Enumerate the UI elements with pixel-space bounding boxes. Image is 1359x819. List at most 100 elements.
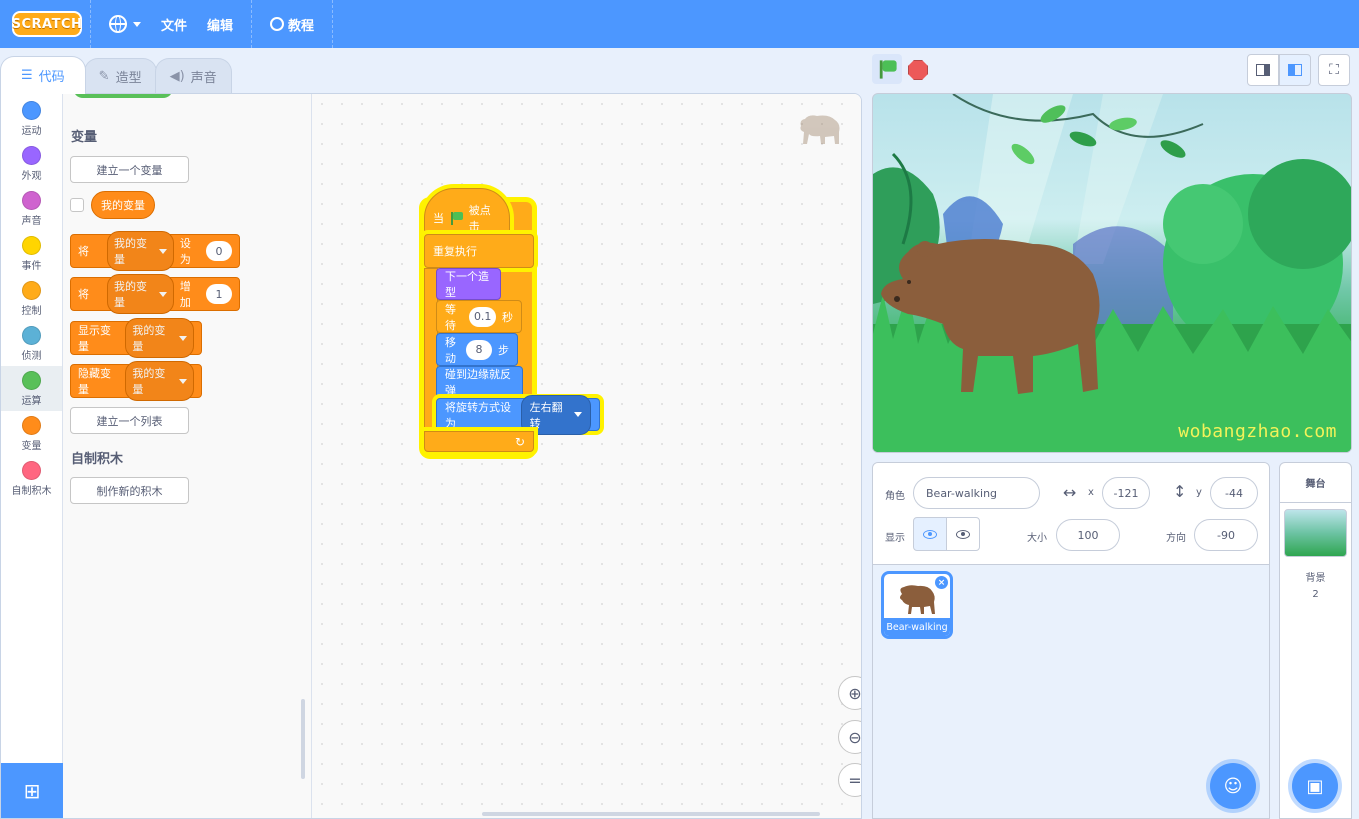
loop-arrow-icon: ↻ [514,434,525,449]
scratch-logo[interactable]: SCRATCH [12,11,82,37]
rotation-prefix: 将旋转方式设为 [445,400,511,430]
category-my-blocks[interactable]: 自制积木 [1,456,62,501]
language-menu[interactable] [99,0,151,48]
backdrop-thumbnail [1284,509,1347,557]
stop-button[interactable] [908,60,928,80]
category-motion[interactable]: 运动 [1,96,62,141]
size-input[interactable]: 100 [1056,519,1120,551]
file-menu[interactable]: 文件 [151,0,197,48]
move-steps-block[interactable]: 移动 8 步 [436,333,518,366]
category-operators[interactable]: 运算 [1,366,62,411]
add-backdrop-button[interactable]: ▣ [1292,763,1338,809]
make-list-button[interactable]: 建立一个列表 [70,407,189,434]
zoom-reset-icon: = [848,770,862,790]
category-looks[interactable]: 外观 [1,141,62,186]
tutorials-label: 教程 [288,18,315,34]
sound-dot-icon [22,190,41,210]
script-workspace[interactable]: ⊕ ⊖ = [312,94,862,818]
brush-icon: ✎ [98,69,110,84]
fullscreen-button[interactable]: ⛶ [1318,54,1350,86]
next-costume-label: 下一个造型 [445,270,489,299]
wait-prefix: 等待 [445,302,456,332]
forever-block[interactable]: 重复执行 [424,234,534,268]
make-variable-button[interactable]: 建立一个变量 [70,156,189,183]
sprite-name-input[interactable]: Bear-walking [913,477,1040,509]
change-variable-block[interactable]: 将 我的变量 增加 1 [70,274,240,314]
category-events[interactable]: 事件 [1,231,62,276]
palette-scrollbar[interactable] [301,699,305,779]
rotation-style-dropdown[interactable]: 左右翻转 [520,394,591,435]
variable-dropdown-label: 我的变量 [114,237,147,266]
variable-checkbox[interactable] [70,198,84,212]
show-sprite-button[interactable] [913,517,947,551]
hat-suffix: 被点击 [468,204,491,233]
wait-block[interactable]: 等待 0.1 秒 [436,300,522,333]
move-steps-input[interactable]: 8 [466,339,492,360]
direction-input[interactable]: -90 [1194,519,1258,551]
zoom-out-button[interactable]: ⊖ [838,720,861,754]
zoom-reset-button[interactable]: = [838,763,862,797]
speaker-icon: ◀) [169,69,185,84]
small-stage-button[interactable] [1247,54,1279,86]
variable-dropdown[interactable]: 我的变量 [125,318,194,358]
green-flag-icon [450,211,463,225]
tutorials-menu[interactable]: 教程 [260,0,324,48]
forever-bottom: ↻ [424,431,534,452]
add-sprite-button[interactable]: ☺ [1210,763,1256,809]
x-position-input[interactable]: -121 [1102,477,1150,509]
green-flag-button[interactable] [872,54,902,84]
variable-dropdown-label: 我的变量 [114,280,147,309]
bounce-on-edge-block[interactable]: 碰到边缘就反弹 [436,366,523,398]
y-label: y [1196,487,1202,498]
hide-variable-block[interactable]: 隐藏变量 我的变量 [70,361,202,401]
workspace-scrollbar[interactable] [482,812,820,816]
show-label: 显示 [885,533,905,544]
tab-costumes[interactable]: ✎ 造型 [83,58,157,94]
edit-menu[interactable]: 编辑 [197,0,243,48]
sensing-dot-icon [22,325,41,345]
sprite-tile[interactable]: × Bear-walking [881,571,953,639]
show-variable-block[interactable]: 显示变量 我的变量 [70,318,202,358]
make-block-button[interactable]: 制作新的积木 [70,477,189,504]
category-variables[interactable]: 变量 [1,411,62,456]
stage-header: ⛶ [872,52,1352,88]
change-value-input[interactable]: 1 [206,284,232,304]
motion-dot-icon [22,100,41,120]
when-flag-clicked-block[interactable]: 当 被点击 [424,188,510,234]
fullscreen-icon: ⛶ [1329,62,1339,78]
add-extension-button[interactable]: ⊞ [1,763,63,818]
chevron-down-icon [158,291,167,297]
hide-sprite-button[interactable] [946,517,980,551]
tab-sounds[interactable]: ◀) 声音 [154,58,232,94]
globe-icon [109,15,127,33]
variables-dot-icon [22,415,41,435]
tab-code[interactable]: ☰ 代码 [0,56,86,94]
variable-dropdown[interactable]: 我的变量 [125,361,194,401]
menu-divider [251,0,253,48]
bounce-label: 碰到边缘就反弹 [445,368,511,397]
category-label: 侦测 [21,350,42,362]
variable-dropdown[interactable]: 我的变量 [107,231,174,271]
wait-seconds-input[interactable]: 0.1 [469,306,496,327]
operators-block-peek[interactable] [73,94,173,98]
zoom-in-button[interactable]: ⊕ [838,676,861,710]
y-position-input[interactable]: -44 [1210,477,1258,509]
set-value-input[interactable]: 0 [206,241,232,261]
next-costume-block[interactable]: 下一个造型 [436,268,501,300]
backdrops-count: 2 [1312,589,1319,600]
normal-stage-button[interactable] [1279,54,1311,86]
lightbulb-icon [270,17,285,31]
category-sound[interactable]: 声音 [1,186,62,231]
set-rotation-style-block[interactable]: 将旋转方式设为 左右翻转 [436,394,600,435]
size-label: 大小 [1027,533,1047,544]
my-blocks-dot-icon [22,460,41,480]
variable-dropdown[interactable]: 我的变量 [107,274,174,314]
looks-dot-icon [22,145,41,165]
stage-canvas[interactable]: wobangzhao.com [872,93,1352,453]
my-variable-reporter[interactable]: 我的变量 [91,191,155,219]
stage-target-pane[interactable]: 舞台 背景 2 ▣ [1279,462,1352,819]
category-control[interactable]: 控制 [1,276,62,321]
category-sensing[interactable]: 侦测 [1,321,62,366]
set-variable-block[interactable]: 将 我的变量 设为 0 [70,231,240,271]
delete-sprite-button[interactable]: × [935,576,948,589]
